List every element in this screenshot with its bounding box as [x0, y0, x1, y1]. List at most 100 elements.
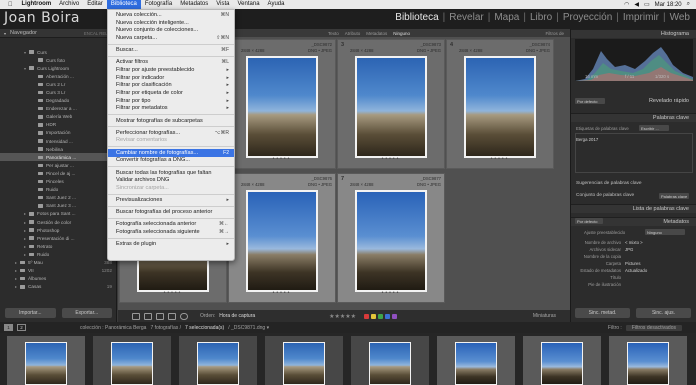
grid-cell[interactable]: 7 _DSC9877 2848 × 4288 DNG • JPEG •••••: [337, 173, 445, 303]
menu-item[interactable]: Nueva colección... ⌘N: [108, 11, 234, 19]
folder-item[interactable]: Nebilina: [0, 145, 116, 153]
sync-settings-button[interactable]: Sinc. ajus.: [636, 308, 691, 318]
filter-ninguno[interactable]: Ninguno: [393, 31, 410, 36]
metadata-preset-value[interactable]: Ninguno: [645, 229, 685, 235]
menu-item[interactable]: Filtrar por tipo ▸: [108, 97, 234, 105]
module-biblioteca[interactable]: Biblioteca: [393, 12, 440, 23]
module-revelar[interactable]: Revelar: [447, 12, 485, 23]
folder-item[interactable]: Sant Juez 2 ...: [0, 194, 116, 202]
photo-thumbnail[interactable]: [355, 56, 427, 158]
grid-cell[interactable]: 6_DSC98762848 × 4288DNG • JPEG•••••: [228, 173, 336, 303]
battery-icon[interactable]: ▭: [644, 1, 650, 8]
menu-ventana[interactable]: Ventana: [234, 0, 264, 9]
folder-item[interactable]: Per ajustar ...: [0, 161, 116, 169]
menu-item[interactable]: Mostrar fotografías de subcarpetas: [108, 117, 234, 125]
filmstrip-thumbnail[interactable]: [93, 336, 171, 385]
menu-ayuda[interactable]: Ayuda: [264, 0, 289, 9]
color-label-swatch[interactable]: [392, 313, 398, 319]
compare-view-icon[interactable]: [156, 312, 164, 320]
menu-metadatos[interactable]: Metadatos: [176, 0, 212, 9]
color-label-swatch[interactable]: [371, 313, 377, 319]
folder-item[interactable]: ▸ Photoshop: [0, 226, 116, 234]
module-mapa[interactable]: Mapa: [492, 12, 521, 23]
keyword-entry-select[interactable]: Escribir ...: [639, 125, 669, 131]
menu-item[interactable]: Extras de plugin ▸: [108, 241, 234, 249]
module-web[interactable]: Web: [668, 12, 692, 23]
keyword-set-title[interactable]: Conjunto de palabras clave: [576, 193, 634, 198]
folder-item[interactable]: ▾ Curs: [0, 48, 116, 56]
filmstrip-source[interactable]: colección : Panorámica Berga: [80, 325, 146, 331]
color-label-swatch[interactable]: [364, 313, 370, 319]
menu-item[interactable]: Activar filtros ⌘L: [108, 58, 234, 66]
folder-item[interactable]: Pinceles: [0, 178, 116, 186]
menu-item[interactable]: Perfeccionar fotografías... ⌥⌘R: [108, 129, 234, 137]
folder-item[interactable]: Panorámica ...: [0, 153, 116, 162]
filter-atributo[interactable]: Atributo: [345, 31, 361, 36]
folder-item[interactable]: ▸ 5º Mau 388: [0, 258, 116, 266]
menu-item[interactable]: Filtrar por metadatos ▸: [108, 105, 234, 113]
cell-rating-dots[interactable]: •••••: [338, 156, 444, 162]
filter-select[interactable]: Filtros desactivados: [625, 324, 682, 331]
keywording-header[interactable]: Palabras clave: [571, 113, 696, 122]
menu-biblioteca[interactable]: Biblioteca: [106, 0, 141, 9]
keyword-area[interactable]: [575, 133, 693, 173]
metadata-value[interactable]: JPG: [625, 247, 633, 252]
menu-archivo[interactable]: Archivo: [55, 0, 83, 9]
menu-item[interactable]: Nueva colección inteligente...: [108, 19, 234, 27]
keyword-set-select[interactable]: Palabras clave: [659, 193, 689, 199]
folder-item[interactable]: ▸ VII 1202: [0, 267, 116, 275]
page-1-button[interactable]: 1: [4, 324, 13, 331]
export-button[interactable]: Exportar...: [61, 308, 112, 318]
photo-thumbnail[interactable]: [355, 190, 427, 292]
filter-presets[interactable]: Filtros de: [545, 31, 570, 36]
folder-item[interactable]: Curs 2 Lr: [0, 80, 116, 88]
filmstrip-thumbnail[interactable]: [351, 336, 429, 385]
wifi-icon[interactable]: ◠: [624, 1, 629, 8]
grid-view-icon[interactable]: [132, 312, 140, 320]
folder-item[interactable]: ▸ Casas 19: [0, 283, 116, 291]
menu-item[interactable]: Filtrar por clasificación ▸: [108, 82, 234, 90]
folder-item[interactable]: ▸ Fotos para Sant ...: [0, 210, 116, 218]
folder-item[interactable]: Importación: [0, 129, 116, 137]
menu-fotografía[interactable]: Fotografía: [141, 0, 176, 9]
quick-develop-header[interactable]: Revelado rápido: [571, 96, 696, 105]
navigator-header[interactable]: ▾ Navegador ENCAL RELL: [0, 29, 116, 38]
folder-item[interactable]: Curs 3 Lr: [0, 88, 116, 96]
menu-item[interactable]: Buscar fotografías del proceso anterior: [108, 208, 234, 216]
cell-rating-dots[interactable]: •••••: [338, 290, 444, 296]
filmstrip-thumbnail[interactable]: [437, 336, 515, 385]
volume-icon[interactable]: ◀: [634, 1, 639, 8]
loupe-view-icon[interactable]: [144, 312, 152, 320]
menu-item[interactable]: Fotografía seleccionada anterior ⌘←: [108, 221, 234, 229]
folder-item[interactable]: Pincel de aj ...: [0, 169, 116, 177]
cell-rating-dots[interactable]: •••••: [229, 290, 335, 296]
menu-vista[interactable]: Vista: [212, 0, 233, 9]
keyword-suggestions-title[interactable]: Sugerencias de palabras clave: [576, 181, 642, 186]
folder-item[interactable]: Sant Juez 3 ...: [0, 202, 116, 210]
module-libro[interactable]: Libro: [528, 12, 554, 23]
grid-cell[interactable]: 2_DSC98722848 × 4288DNG • JPEG•••••: [228, 39, 336, 169]
color-label-swatch[interactable]: [378, 313, 384, 319]
filmstrip-thumbnail[interactable]: [179, 336, 257, 385]
color-label-swatch[interactable]: [385, 313, 391, 319]
menu-editar[interactable]: Editar: [83, 0, 107, 9]
folder-item[interactable]: Intensidad ...: [0, 137, 116, 145]
metadata-value[interactable]: Actualizado: [625, 268, 647, 273]
menu-item[interactable]: Nuevo conjunto de colecciones...: [108, 26, 234, 34]
menu-item[interactable]: Filtrar por ajuste preestablecido ▸: [108, 66, 234, 74]
module-proyección[interactable]: Proyección: [561, 12, 614, 23]
metadata-value[interactable]: < mixto >: [625, 240, 643, 245]
page-2-button[interactable]: 2: [17, 324, 26, 331]
histogram-header[interactable]: Histograma: [571, 29, 696, 38]
apple-icon[interactable]: : [0, 2, 18, 8]
folder-item[interactable]: Enderezar a ...: [0, 105, 116, 113]
survey-view-icon[interactable]: [168, 312, 176, 320]
folder-item[interactable]: ▸ Presentación di ...: [0, 234, 116, 242]
folder-item[interactable]: Aberración ...: [0, 72, 116, 80]
menu-item[interactable]: Previsualizaciones ▸: [108, 196, 234, 204]
folder-item[interactable]: ▸ Ruido: [0, 250, 116, 258]
spotlight-icon[interactable]: ⌕: [687, 1, 690, 8]
cell-rating-dots[interactable]: •••••: [229, 156, 335, 162]
module-imprimir[interactable]: Imprimir: [621, 12, 661, 23]
menu-item[interactable]: Nueva carpeta... ⇧⌘N: [108, 34, 234, 42]
